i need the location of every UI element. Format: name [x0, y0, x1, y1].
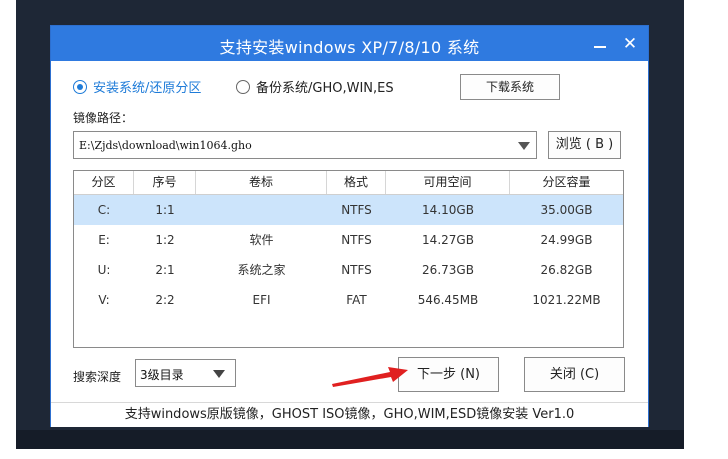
- cell-size: 1021.22MB: [532, 293, 601, 307]
- column-header-partition[interactable]: 分区: [74, 171, 134, 194]
- cell-free: 14.27GB: [422, 233, 474, 247]
- column-header-format[interactable]: 格式: [327, 171, 386, 194]
- window-title: 支持安装windows XP/7/8/10 系统: [219, 38, 480, 57]
- column-header-index[interactable]: 序号: [134, 171, 196, 194]
- cell-label: 软件: [249, 233, 274, 247]
- cell-drive: U:: [97, 263, 111, 277]
- browse-button[interactable]: 浏览 ( B ): [548, 131, 621, 159]
- cell-size: 35.00GB: [540, 203, 593, 217]
- cell-index: 1:1: [155, 203, 175, 217]
- cell-size: 26.82GB: [540, 263, 593, 277]
- red-arrow-shape: [332, 367, 408, 387]
- image-path-value: E:\Zjds\download\win1064.gho: [79, 139, 252, 152]
- cell-size: 24.99GB: [540, 233, 593, 247]
- column-header-free-space[interactable]: 可用空间: [386, 171, 510, 194]
- footer-info: 支持windows原版镜像，GHOST ISO镜像，GHO,WIM,ESD镜像安…: [51, 402, 648, 427]
- cell-label: [196, 195, 327, 225]
- minimize-icon: [594, 46, 606, 48]
- cell-free: 14.10GB: [422, 203, 474, 217]
- cell-format: FAT: [346, 293, 367, 307]
- column-header-capacity[interactable]: 分区容量: [510, 171, 623, 194]
- radio-unchecked-icon: [236, 79, 250, 94]
- radio-install-label: 安装系统/还原分区: [93, 81, 202, 96]
- radio-checked-icon: [73, 79, 87, 94]
- next-step-button[interactable]: 下一步 (N): [398, 357, 499, 392]
- cell-free: 26.73GB: [422, 263, 474, 277]
- cell-drive: V:: [98, 293, 110, 307]
- cell-format: NTFS: [341, 203, 372, 217]
- table-row[interactable]: V: 2:2 EFI FAT 546.45MB 1021.22MB: [74, 285, 623, 315]
- column-header-label[interactable]: 卷标: [196, 171, 327, 194]
- cell-format: NTFS: [341, 233, 372, 247]
- radio-backup[interactable]: 备份系统/GHO,WIN,ES: [236, 77, 394, 96]
- image-path-combobox[interactable]: E:\Zjds\download\win1064.gho: [73, 131, 537, 159]
- cell-drive: C:: [97, 203, 111, 217]
- radio-install-restore[interactable]: 安装系统/还原分区: [73, 77, 201, 96]
- table-row[interactable]: C: 1:1 NTFS 14.10GB 35.00GB: [74, 195, 623, 225]
- search-depth-value: 3级目录: [140, 368, 184, 382]
- close-window-button[interactable]: ✕: [621, 35, 639, 53]
- cell-format: NTFS: [341, 263, 372, 277]
- dropdown-arrow-icon: [213, 370, 225, 378]
- cell-index: 1:2: [155, 233, 175, 247]
- close-button[interactable]: 关闭 (C): [524, 357, 625, 392]
- partition-table: 分区 序号 卷标 格式 可用空间 分区容量 C: 1:1 NTFS 14.10G…: [73, 170, 624, 348]
- table-row[interactable]: E: 1:2 软件 NTFS 14.27GB 24.99GB: [74, 225, 623, 255]
- cell-label: 系统之家: [237, 263, 286, 277]
- table-row[interactable]: U: 2:1 系统之家 NTFS 26.73GB 26.82GB: [74, 255, 623, 285]
- title-bar[interactable]: 支持安装windows XP/7/8/10 系统 ✕: [51, 26, 648, 61]
- minimize-button[interactable]: [591, 35, 609, 53]
- image-path-label: 镜像路径：: [73, 111, 134, 125]
- radio-backup-label: 备份系统/GHO,WIN,ES: [256, 81, 394, 96]
- red-arrow-annotation-icon: [332, 367, 408, 387]
- search-depth-select[interactable]: 3级目录: [135, 359, 236, 387]
- cell-label: EFI: [252, 293, 271, 307]
- cell-drive: E:: [98, 233, 110, 247]
- download-system-button[interactable]: 下载系统: [460, 74, 560, 100]
- cell-index: 2:2: [155, 293, 175, 307]
- cell-index: 2:1: [155, 263, 175, 277]
- desktop-backdrop-bottom: [16, 430, 684, 449]
- table-header: 分区 序号 卷标 格式 可用空间 分区容量: [74, 171, 623, 195]
- dropdown-arrow-icon[interactable]: [518, 142, 530, 150]
- cell-free: 546.45MB: [417, 293, 479, 307]
- close-icon: ✕: [622, 34, 638, 54]
- search-depth-label: 搜索深度: [73, 370, 122, 384]
